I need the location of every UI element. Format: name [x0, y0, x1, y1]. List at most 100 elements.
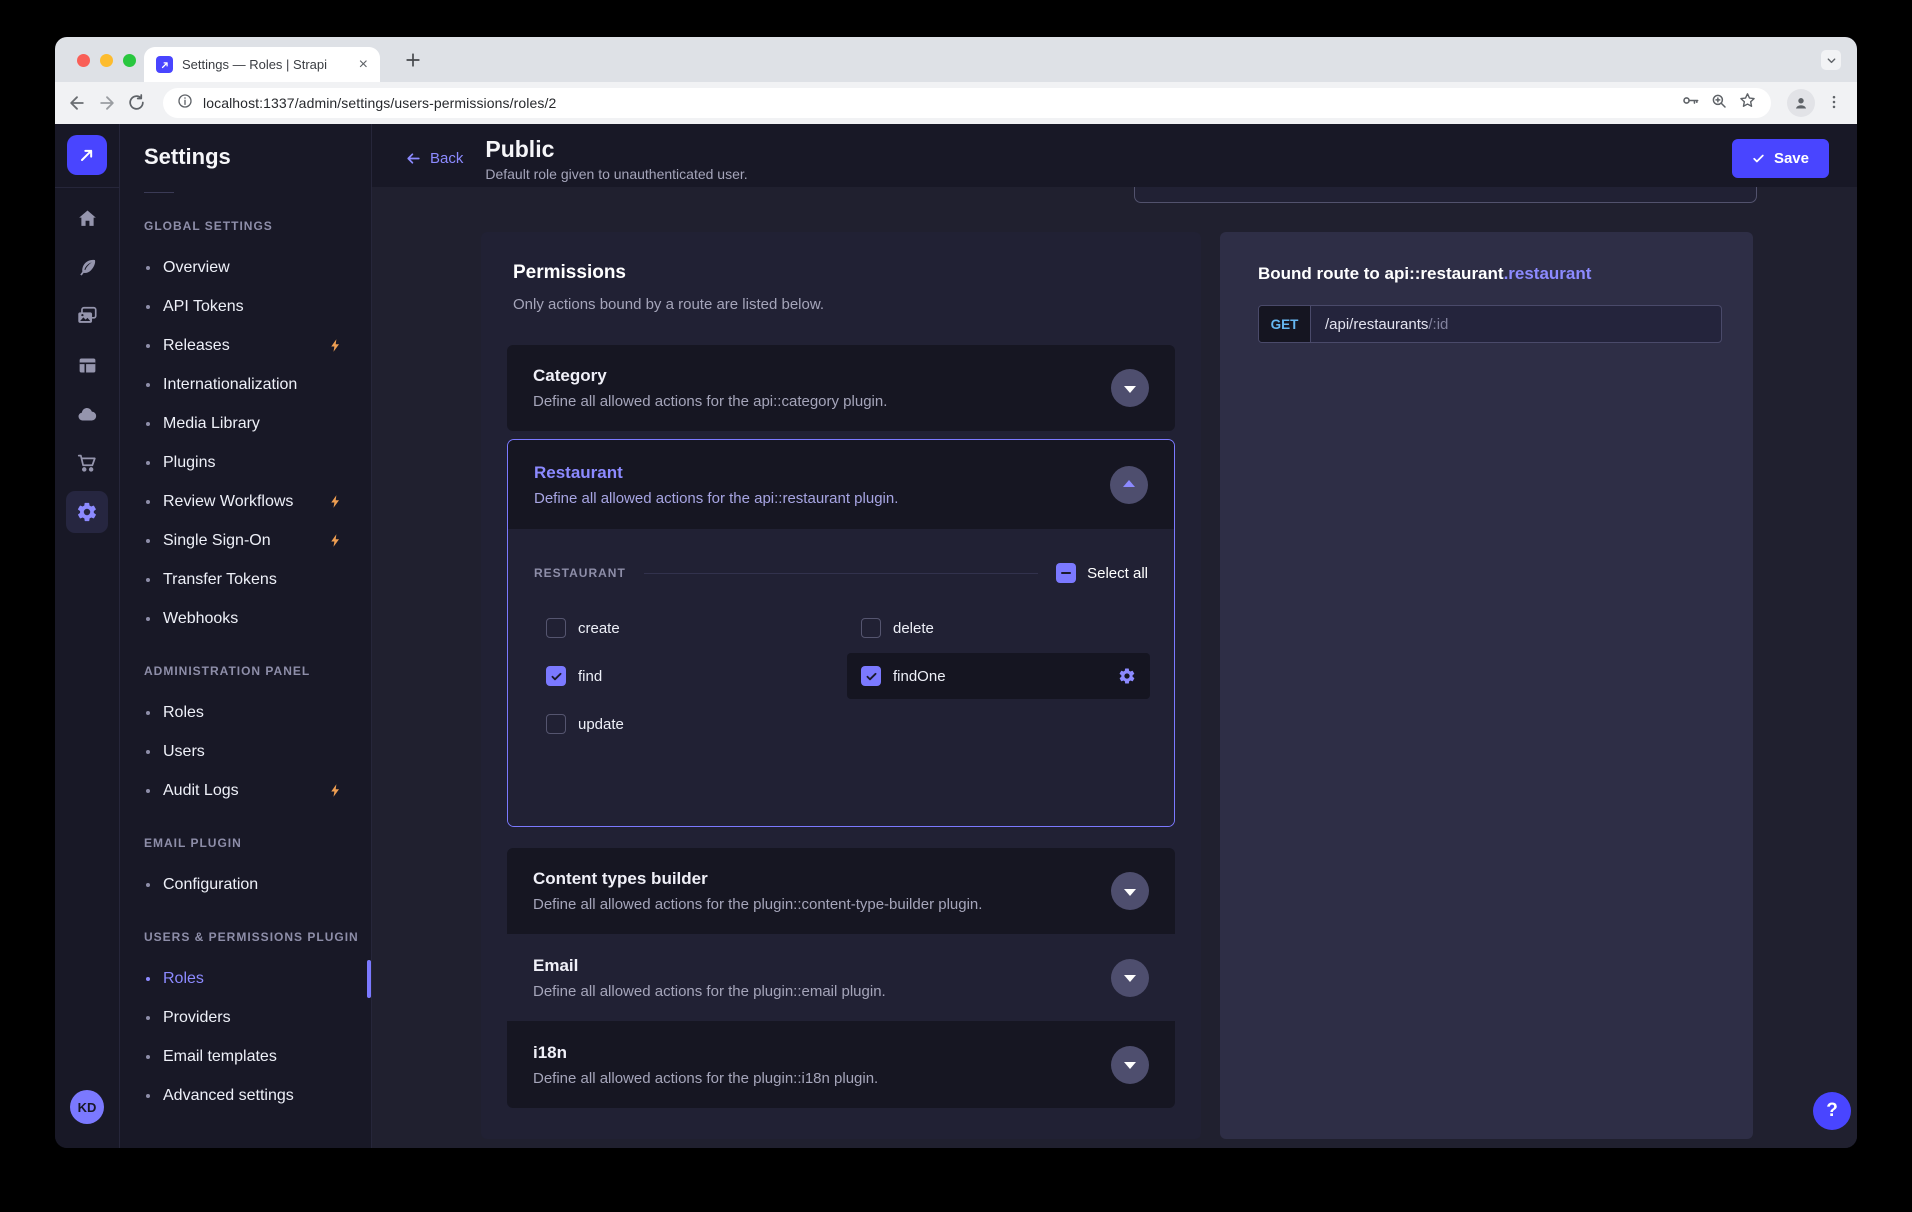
findone-settings-gear-icon[interactable]: [1118, 667, 1136, 685]
sidebar-item-admin-roles[interactable]: Roles: [120, 693, 371, 732]
bullet-icon: [146, 383, 150, 387]
sidebar-item-api-tokens[interactable]: API Tokens: [120, 287, 371, 326]
expand-toggle-button[interactable]: [1111, 872, 1149, 910]
expand-toggle-button[interactable]: [1111, 1046, 1149, 1084]
page-title: Public: [485, 136, 747, 162]
zoom-page-icon[interactable]: [1710, 92, 1728, 115]
chevron-up-icon: [1123, 480, 1135, 487]
settings-sidebar: Settings GLOBAL SETTINGS Overview API To…: [120, 124, 372, 1148]
arrow-left-icon: [405, 150, 422, 167]
create-checkbox[interactable]: [546, 618, 566, 638]
permission-findone[interactable]: findOne: [847, 653, 1150, 699]
sidebar-item-plugins[interactable]: Plugins: [120, 443, 371, 482]
premium-bolt-icon: [328, 783, 343, 798]
minimize-window-button[interactable]: [100, 54, 113, 67]
delete-checkbox[interactable]: [861, 618, 881, 638]
find-checkbox[interactable]: [546, 666, 566, 686]
accordion-i18n[interactable]: i18n Define all allowed actions for the …: [507, 1021, 1175, 1108]
sidebar-item-providers[interactable]: Providers: [120, 998, 371, 1037]
back-link[interactable]: Back: [405, 150, 463, 167]
password-key-icon[interactable]: [1681, 91, 1700, 115]
strapi-logo-icon[interactable]: [67, 135, 107, 175]
back-icon[interactable]: [67, 93, 87, 113]
sidebar-item-advanced-settings[interactable]: Advanced settings: [120, 1076, 371, 1115]
help-button[interactable]: ?: [1813, 1092, 1851, 1130]
sidebar-item-media-library[interactable]: Media Library: [120, 404, 371, 443]
main-area: Back Public Default role given to unauth…: [372, 124, 1857, 1148]
sidebar-item-review-workflows[interactable]: Review Workflows: [120, 482, 371, 521]
bookmark-star-icon[interactable]: [1738, 91, 1757, 115]
premium-bolt-icon: [328, 338, 343, 353]
content-scroll-area[interactable]: Permissions Only actions bound by a rout…: [372, 187, 1857, 1148]
bullet-icon: [146, 789, 150, 793]
settings-nav-active[interactable]: [66, 491, 108, 533]
sidebar-item-webhooks[interactable]: Webhooks: [120, 599, 371, 638]
forward-icon[interactable]: [97, 93, 117, 113]
reload-icon[interactable]: [127, 93, 147, 113]
accordion-email[interactable]: Email Define all allowed actions for the…: [507, 934, 1175, 1021]
close-window-button[interactable]: [77, 54, 90, 67]
user-avatar[interactable]: KD: [70, 1090, 104, 1124]
strapi-admin: KD Settings GLOBAL SETTINGS Overview API…: [55, 124, 1857, 1148]
permission-create: create: [532, 605, 835, 651]
browser-menu-kebab-icon[interactable]: [1825, 93, 1845, 113]
route-display: GET /api/restaurants/:id: [1258, 305, 1722, 343]
sidebar-item-email-templates[interactable]: Email templates: [120, 1037, 371, 1076]
sidebar-item-single-sign-on[interactable]: Single Sign-On: [120, 521, 371, 560]
sidebar-item-up-roles[interactable]: Roles: [120, 959, 371, 998]
deploy-cloud-icon[interactable]: [76, 403, 98, 425]
accordion-title: Category: [533, 366, 1111, 386]
zoom-window-button[interactable]: [123, 54, 136, 67]
content-type-builder-icon[interactable]: [76, 354, 98, 376]
settings-gear-icon: [76, 501, 98, 523]
save-button[interactable]: Save: [1732, 139, 1829, 178]
sidebar-item-overview[interactable]: Overview: [120, 248, 371, 287]
update-checkbox[interactable]: [546, 714, 566, 734]
browser-tab[interactable]: Settings — Roles | Strapi ×: [144, 47, 380, 82]
content-manager-feather-icon[interactable]: [76, 256, 98, 278]
url-bar[interactable]: localhost:1337/admin/settings/users-perm…: [163, 88, 1771, 118]
collapse-toggle-button[interactable]: [1110, 466, 1148, 504]
select-all-checkbox[interactable]: [1056, 563, 1076, 583]
sidebar-item-internationalization[interactable]: Internationalization: [120, 365, 371, 404]
url-text[interactable]: localhost:1337/admin/settings/users-perm…: [203, 95, 1671, 111]
tab-search-chevron-icon[interactable]: [1821, 50, 1841, 70]
accordion-description: Define all allowed actions for the plugi…: [533, 1070, 1111, 1087]
tab-close-icon[interactable]: ×: [357, 57, 370, 73]
browser-profile-avatar[interactable]: [1787, 89, 1815, 117]
marketplace-cart-icon[interactable]: [76, 452, 98, 474]
site-info-icon[interactable]: [177, 93, 193, 114]
permissions-title: Permissions: [513, 262, 1169, 284]
findone-checkbox[interactable]: [861, 666, 881, 686]
media-library-icon[interactable]: [76, 305, 98, 327]
home-icon[interactable]: [76, 207, 98, 229]
sidebar-item-email-configuration[interactable]: Configuration: [120, 865, 371, 904]
section-users-permissions-plugin: USERS & PERMISSIONS PLUGIN Roles Provide…: [120, 930, 371, 1115]
title-block: Public Default role given to unauthentic…: [485, 136, 747, 182]
browser-toolbar: localhost:1337/admin/settings/users-perm…: [55, 82, 1857, 124]
accordion-restaurant-header[interactable]: Restaurant Define all allowed actions fo…: [508, 440, 1174, 529]
sidebar-item-admin-users[interactable]: Users: [120, 732, 371, 771]
sidebar-item-transfer-tokens[interactable]: Transfer Tokens: [120, 560, 371, 599]
expand-toggle-button[interactable]: [1111, 959, 1149, 997]
expand-toggle-button[interactable]: [1111, 369, 1149, 407]
bound-route-panel: Bound route to api::restaurant.restauran…: [1220, 232, 1753, 1139]
bullet-icon: [146, 1055, 150, 1059]
accordion-description: Define all allowed actions for the plugi…: [533, 983, 1111, 1000]
chevron-down-icon: [1124, 889, 1136, 896]
group-label: RESTAURANT: [534, 566, 626, 580]
premium-bolt-icon: [328, 533, 343, 548]
bullet-icon: [146, 578, 150, 582]
sidebar-item-releases[interactable]: Releases: [120, 326, 371, 365]
nav-rail: KD: [55, 124, 120, 1148]
sidebar-item-audit-logs[interactable]: Audit Logs: [120, 771, 371, 810]
tab-strip: Settings — Roles | Strapi ×: [55, 37, 1857, 82]
accordion-content-types-builder[interactable]: Content types builder Define all allowed…: [507, 848, 1175, 934]
description-input-cutoff[interactable]: [1134, 187, 1757, 203]
accordion-category[interactable]: Category Define all allowed actions for …: [507, 345, 1175, 431]
permission-find: find: [532, 653, 835, 699]
permissions-panel: Permissions Only actions bound by a rout…: [481, 232, 1201, 1139]
section-label: USERS & PERMISSIONS PLUGIN: [144, 930, 371, 946]
new-tab-button[interactable]: [403, 50, 423, 70]
section-label: ADMINISTRATION PANEL: [144, 664, 371, 680]
